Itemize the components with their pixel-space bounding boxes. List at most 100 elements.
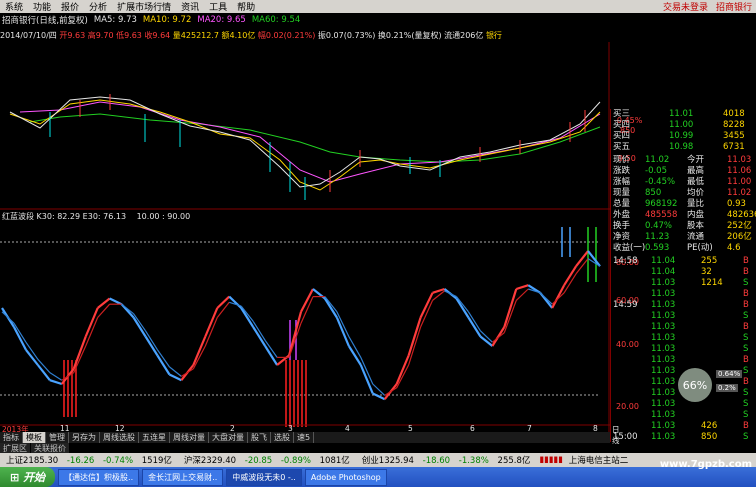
windows-logo-icon: ⊞: [10, 470, 20, 484]
sz-index[interactable]: 沪深2329.40 -20.85 -0.89% 1081亿: [178, 454, 356, 466]
stat-row-cell: 850: [645, 188, 662, 198]
tick-row-cell: 11.03: [651, 278, 676, 288]
indicator-tab[interactable]: 大盘对量: [209, 432, 248, 443]
info-change: 幅0.02(0.21%): [257, 31, 316, 40]
k30-segment: [37, 364, 51, 381]
k30-segment: [575, 250, 589, 267]
stat-row-cell: 968192: [645, 199, 678, 209]
gauge-pct: 66%: [682, 378, 708, 392]
stat-row-cell: 482636: [727, 210, 756, 220]
stat-row: 现价 11.02 今开 11.03: [611, 155, 756, 166]
stat-row-cell: 485558: [645, 210, 678, 220]
e30-segment: [384, 387, 398, 396]
e30-segment: [49, 372, 63, 381]
stat-row-cell: 现量: [613, 188, 631, 198]
stat-row-cell: 外盘: [613, 210, 631, 220]
e30-segment: [288, 323, 302, 358]
menu-item-analysis[interactable]: 分析: [84, 0, 112, 13]
menu-item-quote[interactable]: 报价: [56, 0, 84, 13]
indicator-tab[interactable]: 五连星: [139, 432, 170, 443]
stat-row-cell: 换手: [613, 221, 631, 231]
tick-row-cell: B: [743, 300, 749, 310]
buy-signal-bars: [63, 360, 307, 427]
indicator-tab[interactable]: 周线对量: [170, 432, 209, 443]
task-item-band[interactable]: 中威波段无未0 -..: [226, 468, 302, 486]
cy-index[interactable]: 创业1325.94 -18.60 -1.38% 255.8亿: [356, 454, 537, 466]
indicator-tabs: 指标 模板 管理 另存为 周线选股 五连星 周线对量 大盘对量 股飞 选股 速5: [0, 432, 610, 443]
stat-row: 总量 968192 量比 0.93: [611, 199, 756, 210]
indicator-e30: E30: 76.13: [82, 212, 127, 221]
stat-row-cell: 11.02: [645, 155, 670, 165]
indicator-k30: K30: 82.29: [36, 212, 81, 221]
k30-segment: [491, 326, 506, 347]
indicator-lines: [1, 250, 601, 401]
tab-related-quote[interactable]: 关联报价: [31, 443, 69, 453]
start-button[interactable]: ⊞ 开始: [0, 467, 56, 487]
indicator-tab[interactable]: 模板: [23, 432, 46, 443]
e30-segment: [575, 258, 589, 275]
tick-row-cell: S: [743, 399, 749, 409]
indicator-tab[interactable]: 速5: [294, 432, 315, 443]
tick-row: 11.04 32 B: [611, 267, 756, 278]
tick-row: 11.03 S: [611, 410, 756, 421]
ask-row: 买五 10.98 6731: [611, 142, 756, 153]
server-name[interactable]: 上海电信主站二: [566, 454, 632, 466]
menu-item-tools[interactable]: 工具: [204, 0, 232, 13]
tick-row-cell: B: [743, 256, 749, 266]
k30-segment: [240, 307, 255, 328]
indicator-tab[interactable]: 股飞: [248, 432, 271, 443]
tick-row-cell: 11.04: [651, 256, 676, 266]
task-item-photoshop[interactable]: Adobe Photoshop: [304, 468, 387, 486]
menu-item-ext-market[interactable]: 扩展市场行情: [112, 0, 176, 13]
status-bar: 上证2185.30 -16.26 -0.74% 1519亿 沪深2329.40 …: [0, 453, 756, 467]
kline-chart[interactable]: 80.00: [0, 42, 610, 432]
tick-row-cell: B: [743, 289, 749, 299]
task-item-tdx[interactable]: 【通达信】积极股..: [58, 468, 140, 486]
indicator-tab[interactable]: 周线选股: [100, 432, 139, 443]
menu-item-news[interactable]: 资讯: [176, 0, 204, 13]
stat-row-cell: 流通: [687, 232, 705, 242]
gauge-up: 0.64%: [716, 370, 743, 378]
tick-row-cell: 11.03: [651, 410, 676, 420]
stat-row-cell: PE(动): [687, 243, 713, 253]
stat-row-cell: 11.03: [727, 155, 752, 165]
indicator-tab[interactable]: 另存为: [69, 432, 100, 443]
ma60-label: MA60: 9.54: [251, 15, 301, 25]
stat-row-cell: 净资: [613, 232, 631, 242]
menu-item-function[interactable]: 功能: [28, 0, 56, 13]
ask-row-cell: 3455: [723, 131, 745, 141]
tick-row: 11.03 S: [611, 311, 756, 322]
ask-row: 买四 11.00 8228: [611, 120, 756, 131]
tick-row-cell: 11.03: [651, 311, 676, 321]
trade-login-link[interactable]: 交易未登录: [659, 0, 712, 13]
e30-segment: [1, 311, 15, 324]
tick-row-cell: B: [743, 355, 749, 365]
tick-row: 11.03 S: [611, 344, 756, 355]
stat-row: 现量 850 均价 11.02: [611, 188, 756, 199]
indicator-header: 红蓝波段 K30: 82.29 E30: 76.13 10.00 : 90.00: [2, 211, 190, 222]
tick-row-cell: 32: [701, 267, 712, 277]
watermark-text: www.7gpzb.com: [659, 459, 752, 470]
tab-ext-area[interactable]: 扩展区: [0, 443, 30, 453]
stat-row-cell: 0.47%: [645, 221, 673, 231]
info-close: 收9.64: [144, 31, 171, 40]
ma5-label: MA5: 9.73: [93, 15, 137, 25]
bar-info-line: 2014/07/10/四 开9.63 高9.70 低9.63 收9.64 量42…: [0, 30, 610, 42]
indicator-tab[interactable]: 指标: [0, 432, 23, 443]
tick-row-cell: S: [743, 366, 749, 376]
k30-segment: [503, 288, 518, 328]
tick-row: 11.03 S: [611, 333, 756, 344]
menu-item-system[interactable]: 系统: [0, 0, 28, 13]
task-item-trade[interactable]: 金长江网上交易财..: [142, 468, 224, 486]
k30-segment: [109, 297, 123, 306]
stat-row: 涨跌 -0.05 最高 11.06: [611, 166, 756, 177]
indicator-name: 红蓝波段: [2, 212, 34, 221]
sh-index[interactable]: 上证2185.30 -16.26 -0.74% 1519亿: [0, 454, 178, 466]
indicator-tab[interactable]: 选股: [271, 432, 294, 443]
stock-name-link[interactable]: 招商银行: [712, 0, 756, 13]
tick-row-cell: S: [743, 311, 749, 321]
indicator-tab[interactable]: 管理: [46, 432, 69, 443]
menu-item-help[interactable]: 帮助: [232, 0, 260, 13]
ma60-line: [29, 113, 601, 163]
stat-row-cell: 总量: [613, 199, 631, 209]
